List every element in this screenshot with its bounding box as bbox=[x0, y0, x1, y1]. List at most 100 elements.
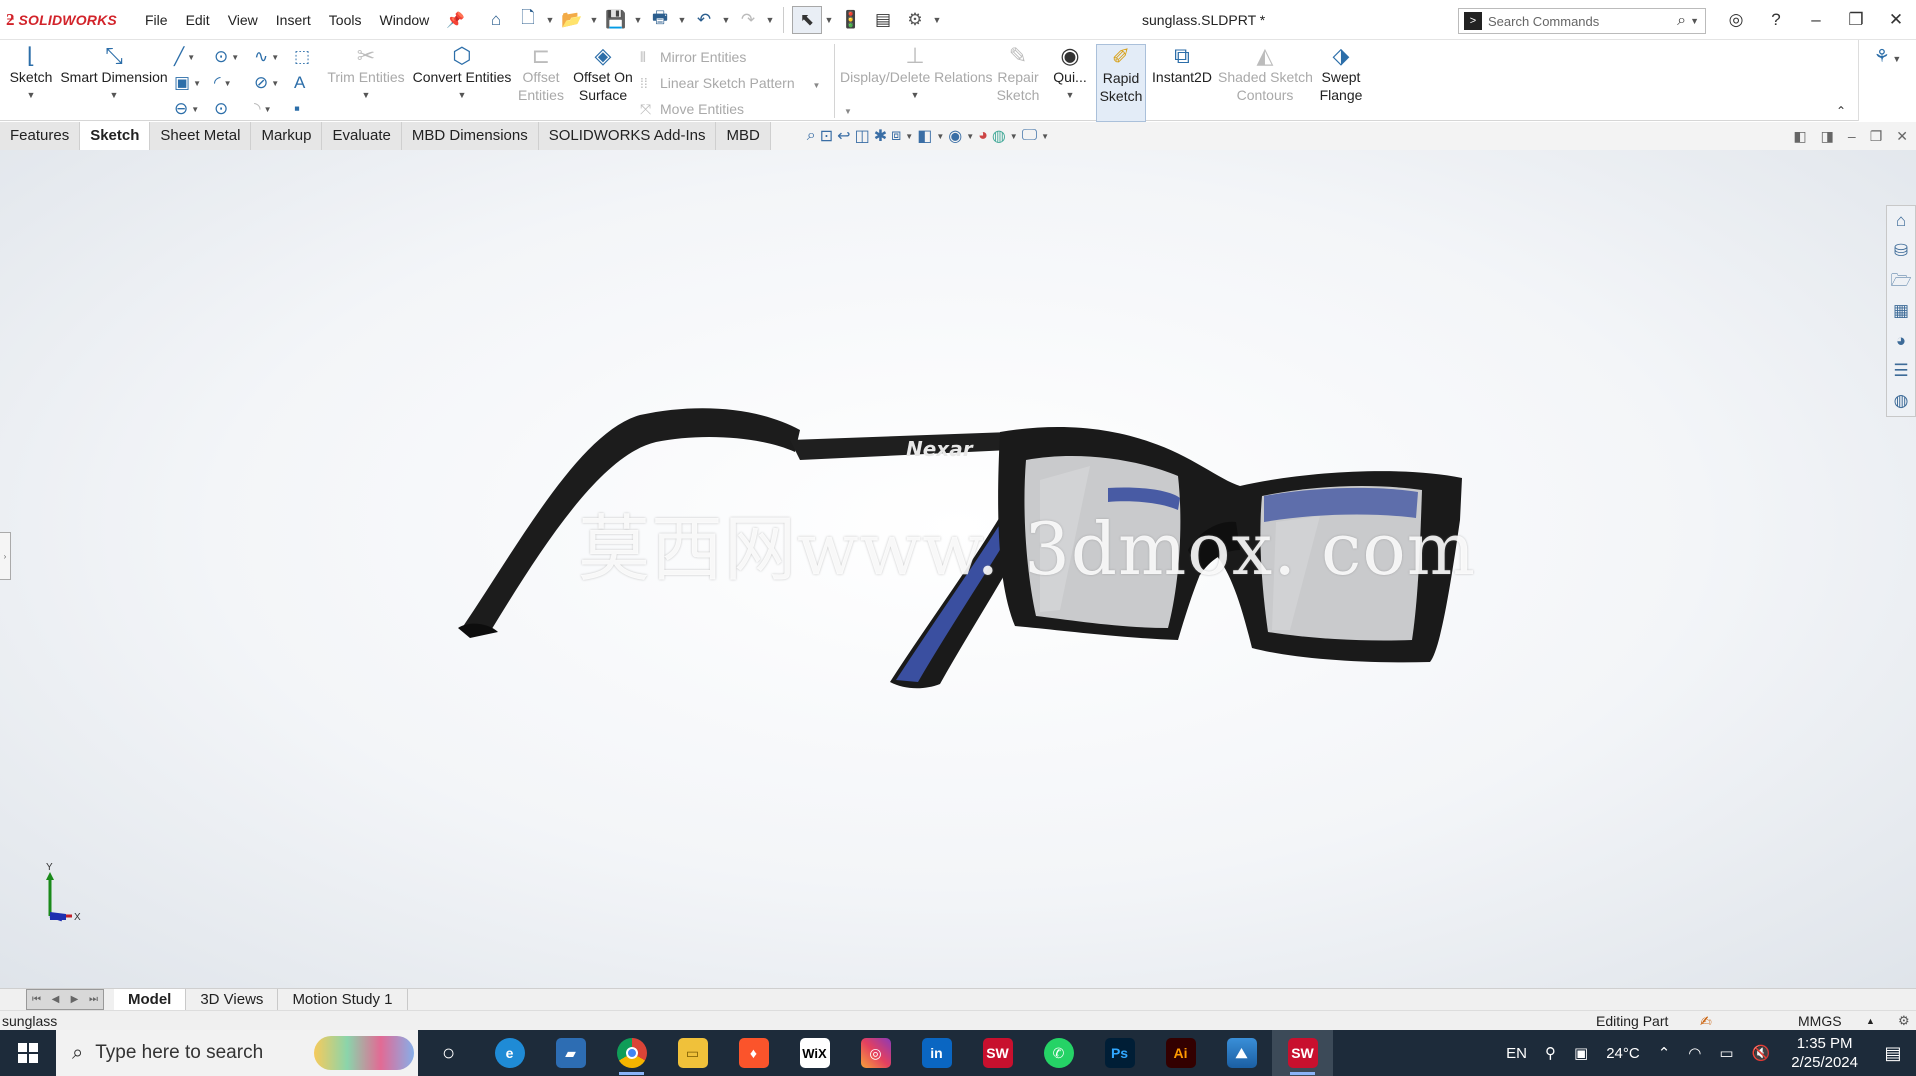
input-language[interactable]: EN bbox=[1497, 1045, 1536, 1062]
unit-system[interactable]: MMGS bbox=[1798, 1011, 1842, 1031]
dynamic-annotation-icon[interactable]: ✱ bbox=[874, 126, 887, 146]
wix-app-icon[interactable]: WiX bbox=[784, 1030, 845, 1076]
options-gear-icon[interactable]: ⚙ bbox=[900, 6, 930, 34]
hide-show-dropdown-icon[interactable]: ▼ bbox=[966, 132, 974, 141]
volume-muted-icon[interactable]: 🔇 bbox=[1743, 1044, 1780, 1062]
tab-model[interactable]: Model bbox=[114, 989, 187, 1010]
options-dropdown-icon[interactable]: ▼ bbox=[932, 15, 942, 25]
convert-dropdown-icon[interactable]: ▼ bbox=[410, 86, 514, 104]
file-properties-icon[interactable]: ▤ bbox=[868, 6, 898, 34]
last-tab-icon[interactable]: ⏭ bbox=[84, 990, 103, 1009]
zoom-to-area-icon[interactable]: ⊡ bbox=[820, 126, 833, 146]
offset-entities-button[interactable]: ⊏ Offset Entities bbox=[516, 44, 566, 104]
solidworks-logo[interactable]: ƻ SOLIDWORKS bbox=[0, 10, 136, 30]
solidworks-2021-icon[interactable]: SW bbox=[967, 1030, 1028, 1076]
print-icon[interactable]: 🖶 bbox=[645, 6, 675, 34]
brave-browser-icon[interactable]: ♦ bbox=[723, 1030, 784, 1076]
redo-icon[interactable]: ↷ bbox=[733, 6, 763, 34]
view-settings-icon[interactable]: 🖵 bbox=[1022, 127, 1037, 145]
menu-view[interactable]: View bbox=[219, 0, 267, 40]
tab-evaluate[interactable]: Evaluate bbox=[322, 122, 402, 150]
trim-dropdown-icon[interactable]: ▼ bbox=[326, 86, 406, 104]
quick-snaps-dropdown-icon[interactable]: ▼ bbox=[1050, 86, 1090, 104]
spline-icon[interactable]: ∿ ▼ bbox=[254, 44, 294, 70]
open-dropdown-icon[interactable]: ▼ bbox=[589, 15, 599, 25]
people-icon[interactable]: ⚲ bbox=[1536, 1044, 1565, 1062]
smart-dimension-dropdown-icon[interactable]: ▼ bbox=[60, 86, 168, 104]
menu-edit[interactable]: Edit bbox=[177, 0, 219, 40]
edit-appearance-icon[interactable]: ◕ bbox=[978, 127, 988, 145]
custom-properties-icon[interactable]: ☰ bbox=[1893, 356, 1908, 386]
line-icon[interactable]: ╱ ▼ bbox=[174, 44, 214, 70]
relations-dropdown-icon[interactable]: ▼ bbox=[840, 86, 990, 104]
next-tab-icon[interactable]: ▶ bbox=[65, 990, 84, 1009]
new-document-icon[interactable]: 🗋 bbox=[513, 6, 543, 34]
doc-minimize-icon[interactable]: – bbox=[1848, 122, 1856, 150]
swept-flange-button[interactable]: ⬗ Swept Flange bbox=[1316, 44, 1366, 104]
feature-manager-expand-handle[interactable]: › bbox=[0, 532, 11, 580]
polygon-icon[interactable]: ⊘ ▼ bbox=[254, 70, 294, 96]
display-style-dropdown-icon[interactable]: ▼ bbox=[936, 132, 944, 141]
show-hidden-icons-icon[interactable]: ⌃ bbox=[1649, 1044, 1680, 1062]
wifi-icon[interactable]: ◠ bbox=[1679, 1044, 1710, 1062]
view-orientation-icon[interactable]: ⧈ bbox=[891, 127, 901, 145]
file-explorer-icon[interactable]: 🗁 bbox=[1890, 266, 1911, 296]
customize-status-icon[interactable]: ⚙ bbox=[1898, 1011, 1910, 1031]
trim-entities-button[interactable]: ✂ Trim Entities ▼ bbox=[326, 44, 406, 104]
select-dropdown-icon[interactable]: ▼ bbox=[824, 15, 834, 25]
tab-solidworks-add-ins[interactable]: SOLIDWORKS Add-Ins bbox=[538, 122, 717, 150]
quick-snaps-button[interactable]: ◉ Qui... ▼ bbox=[1050, 44, 1090, 104]
menu-file[interactable]: File bbox=[136, 0, 177, 40]
linkedin-app-icon[interactable]: in bbox=[906, 1030, 967, 1076]
new-dropdown-icon[interactable]: ▼ bbox=[545, 15, 555, 25]
search-dropdown-icon[interactable]: ▼ bbox=[1690, 16, 1705, 26]
weather-icon[interactable]: ▣ bbox=[1565, 1044, 1597, 1062]
convert-entities-button[interactable]: ⬡ Convert Entities ▼ bbox=[410, 44, 514, 104]
tab-mbd-dimensions[interactable]: MBD Dimensions bbox=[401, 122, 539, 150]
save-dropdown-icon[interactable]: ▼ bbox=[633, 15, 643, 25]
first-tab-icon[interactable]: ⏮ bbox=[27, 990, 46, 1009]
task-view-icon[interactable]: ○ bbox=[418, 1030, 479, 1076]
linear-pattern-dropdown-icon[interactable]: ▼ bbox=[813, 81, 821, 90]
ribbon-options-dropdown-icon[interactable]: ▼ bbox=[1890, 54, 1901, 64]
collapse-ribbon-icon[interactable]: ⌃ bbox=[1836, 104, 1846, 118]
instagram-app-icon[interactable]: ◎ bbox=[845, 1030, 906, 1076]
photos-app-icon[interactable]: ⛰ bbox=[1211, 1030, 1272, 1076]
pin-menu-icon[interactable]: 📌 bbox=[438, 11, 473, 29]
clock[interactable]: 1:35 PM 2/25/2024 bbox=[1779, 1034, 1870, 1072]
mirror-entities-button[interactable]: ⫴ Mirror Entities bbox=[640, 44, 852, 70]
select-cursor-icon[interactable]: ⬉ bbox=[791, 5, 822, 34]
doc-restore-icon[interactable]: ❐ bbox=[1870, 122, 1883, 150]
weather-temperature[interactable]: 24°C bbox=[1597, 1045, 1649, 1062]
home-icon[interactable]: ⌂ bbox=[481, 6, 511, 34]
undo-dropdown-icon[interactable]: ▼ bbox=[721, 15, 731, 25]
tile-left-icon[interactable]: ◧ bbox=[1793, 122, 1806, 150]
tab-features[interactable]: Features bbox=[0, 122, 81, 150]
rapid-sketch-button[interactable]: ✐ Rapid Sketch bbox=[1096, 44, 1146, 122]
solidworks-resources-icon[interactable]: ⌂ bbox=[1896, 206, 1906, 236]
graphics-area[interactable]: Nexar 莫西网www. 3dmox. com ⌂ ⛁ 🗁 ▦ ◕ ☰ ◍ ›… bbox=[0, 150, 1916, 988]
user-account-icon[interactable]: ◎ bbox=[1716, 10, 1756, 30]
save-icon[interactable]: 💾 bbox=[601, 6, 631, 34]
offset-on-surface-button[interactable]: ◈ Offset On Surface bbox=[570, 44, 636, 104]
doc-close-icon[interactable]: ✕ bbox=[1896, 122, 1908, 150]
tab-markup[interactable]: Markup bbox=[251, 122, 323, 150]
edge-browser-icon[interactable]: e bbox=[479, 1030, 540, 1076]
sketch-dropdown-icon[interactable]: ▼ bbox=[8, 86, 54, 104]
redo-dropdown-icon[interactable]: ▼ bbox=[765, 15, 775, 25]
taskbar-search-input[interactable]: Type here to search bbox=[95, 1042, 263, 1064]
taskbar-search[interactable]: ⌕ Type here to search bbox=[56, 1030, 418, 1076]
view-orientation-dropdown-icon[interactable]: ▼ bbox=[905, 132, 913, 141]
search-commands[interactable]: > Search Commands ⌕ ▼ bbox=[1458, 8, 1706, 34]
previous-view-icon[interactable]: ↩ bbox=[837, 126, 850, 146]
chrome-browser-icon[interactable] bbox=[601, 1030, 662, 1076]
undo-icon[interactable]: ↶ bbox=[689, 6, 719, 34]
instant2d-button[interactable]: ⧉ Instant2D bbox=[1150, 44, 1214, 86]
whatsapp-app-icon[interactable]: ✆ bbox=[1028, 1030, 1089, 1076]
hide-show-items-icon[interactable]: ◉ bbox=[948, 126, 962, 146]
tab-mbd[interactable]: MBD bbox=[716, 122, 771, 150]
menu-window[interactable]: Window bbox=[370, 0, 438, 40]
start-button[interactable] bbox=[0, 1030, 56, 1076]
minimize-button[interactable]: – bbox=[1796, 10, 1836, 30]
ribbon-options[interactable]: ⚘ ▼ bbox=[1858, 40, 1916, 121]
